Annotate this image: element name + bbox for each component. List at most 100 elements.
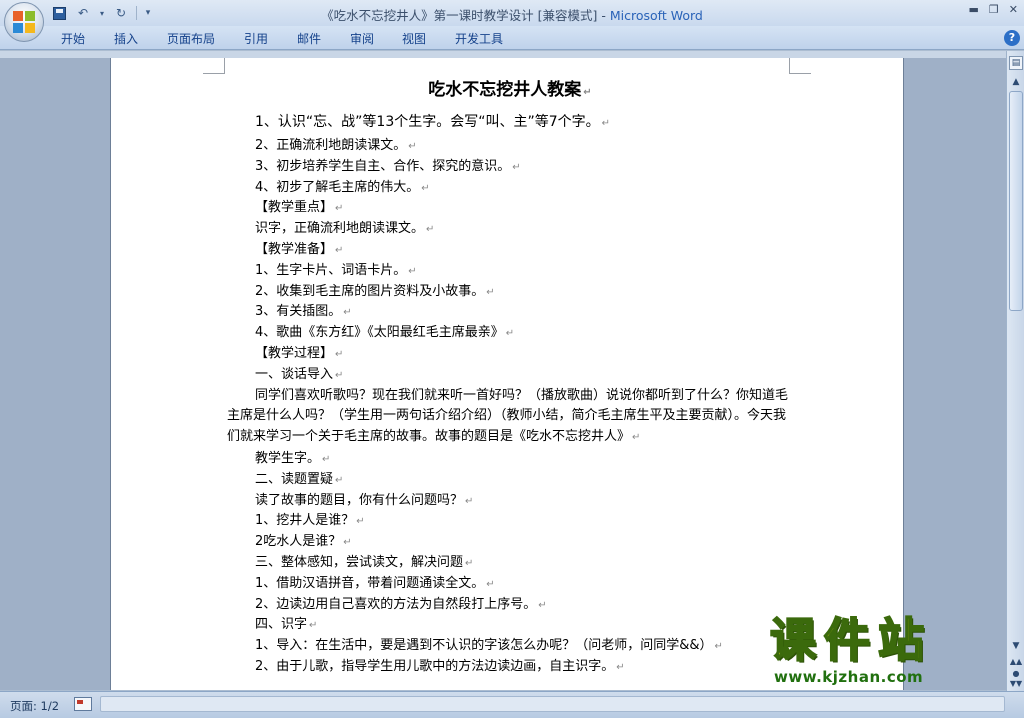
paragraph-mark: ↵ <box>335 369 344 381</box>
paragraph-mark: ↵ <box>356 516 365 528</box>
document-line-text: 2、正确流利地朗读课文。 <box>255 138 407 153</box>
document-line-text: 1、导入：在生活中，要是遇到不认识的字该怎么办呢？（问老师，问同学&&） <box>255 638 713 654</box>
document-line-text: 4、初步了解毛主席的伟大。 <box>255 179 420 195</box>
restore-icon[interactable]: ❐ <box>989 3 999 16</box>
document-line: 1、挖井人是谁？ ↵ <box>227 511 793 532</box>
document-line-text: 2、由于儿歌，指导学生用儿歌中的方法边读边画，自主识字。 <box>255 658 615 674</box>
document-line: 2、由于儿歌，指导学生用儿歌中的方法边读边画，自主识字。 ↵ <box>227 657 793 678</box>
document-line: 3、初步培养学生自主、合作、探究的意识。 ↵ <box>227 157 793 178</box>
paragraph-mark: ↵ <box>465 557 474 569</box>
tab-view[interactable]: 视图 <box>402 30 426 47</box>
paragraph-mark: ↵ <box>335 244 344 256</box>
paragraph-mark: ↵ <box>512 161 521 173</box>
paragraph-mark: ↵ <box>335 348 344 360</box>
document-line-text: 读了故事的题目，你有什么问题吗？ <box>255 492 464 508</box>
paragraph-mark: ↵ <box>343 537 352 549</box>
proofing-status-icon[interactable] <box>74 697 92 711</box>
document-line: 1、生字卡片、词语卡片。 ↵ <box>227 261 793 282</box>
paragraph-mark: ↵ <box>335 474 344 486</box>
document-line: 识字，正确流利地朗读课文。 ↵ <box>227 219 793 240</box>
paragraph-mark: ↵ <box>538 599 547 611</box>
paragraph-mark: ↵ <box>335 203 344 215</box>
document-line-text: 1、挖井人是谁？ <box>255 513 355 529</box>
site-watermark: 课件站 www.kjzhan.com <box>769 613 1016 690</box>
horizontal-scrollbar[interactable] <box>100 696 1005 712</box>
document-line: 二、读题置疑 ↵ <box>227 470 793 491</box>
document-line-text: 2吃水人是谁？ <box>255 534 342 550</box>
document-line: 【教学过程】 ↵ <box>227 344 793 365</box>
close-icon[interactable]: ✕ <box>1009 3 1018 16</box>
document-line: 4、歌曲《东方红》《太阳最红毛主席最亲》 ↵ <box>227 323 793 344</box>
document-line: 一、谈话导入 ↵ <box>227 365 793 386</box>
document-line: 3、有关插图。 ↵ <box>227 302 793 323</box>
lines-block-a: 2、正确流利地朗读课文。 ↵ 3、初步培养学生自主、合作、探究的意识。 ↵ 4、初步了解… <box>227 136 793 386</box>
ribbon-tab-bar: 开始 插入 页面布局 引用 邮件 审阅 视图 开发工具 ? <box>0 26 1024 50</box>
paragraph-mark: ↵ <box>714 641 723 653</box>
page-number-indicator[interactable]: 页面: 1/2 <box>10 698 59 714</box>
document-body[interactable]: 吃水不忘挖井人教案 ↵ 1、认识“忘、战”等13个生字。会写“叫、主”等7个字。 ↵… <box>227 72 793 678</box>
document-line-text: 教学生字。 <box>255 450 321 466</box>
document-line: 2、边读边用自己喜欢的方法为自然段打上序号。 ↵ <box>227 595 793 616</box>
paragraph-mark: ↵ <box>616 661 625 673</box>
tab-home[interactable]: 开始 <box>61 30 85 47</box>
document-line: 1、导入：在生活中，要是遇到不认识的字该怎么办呢？（问老师，问同学&&） ↵ <box>227 636 793 657</box>
scroll-up-icon[interactable]: ▲ <box>1009 75 1023 89</box>
tab-references[interactable]: 引用 <box>244 30 268 47</box>
view-ruler-icon[interactable]: ▤ <box>1009 56 1023 70</box>
document-line-text: 【教学准备】 <box>255 241 334 257</box>
document-line-text: 二、读题置疑 <box>255 471 334 487</box>
document-page[interactable]: 吃水不忘挖井人教案 ↵ 1、认识“忘、战”等13个生字。会写“叫、主”等7个字。 ↵… <box>110 58 904 690</box>
paragraph-mark: ↵ <box>505 328 515 340</box>
document-line-text: 3、初步培养学生自主、合作、探究的意识。 <box>255 158 511 174</box>
window-title: 《吃水不忘挖井人》第一课时教学设计 [兼容模式] - Microsoft Wor… <box>0 5 1024 24</box>
document-line-text: 4、歌曲《东方红》《太阳最红毛主席最亲》 <box>255 325 504 341</box>
document-line-text: 【教学重点】 <box>255 200 334 216</box>
document-line: 【教学准备】 ↵ <box>227 240 793 261</box>
tab-developer[interactable]: 开发工具 <box>455 30 503 47</box>
tab-review[interactable]: 审阅 <box>350 30 374 47</box>
watermark-logo-text: 课件站 <box>769 613 932 667</box>
paragraph-mark: ↵ <box>465 495 474 507</box>
ruler-strip <box>0 51 1006 58</box>
document-line-text: 一、谈话导入 <box>255 366 334 382</box>
paragraph-mark: ↵ <box>408 265 417 277</box>
help-icon[interactable]: ? <box>1004 30 1020 46</box>
intro-paragraph: 同学们喜欢听歌吗？现在我们就来听一首好吗？（播放歌曲）说说你都听到了什么？你知道… <box>227 387 789 445</box>
document-line: 1、借助汉语拼音，带着问题通读全文。 ↵ <box>227 574 793 595</box>
document-line-text: 四、识字 <box>255 617 308 633</box>
minimize-icon[interactable]: ▬ <box>969 3 979 16</box>
document-line-text: 三、整体感知，尝试读文，解决问题 <box>255 554 464 570</box>
paragraph-mark: ↵ <box>486 578 495 590</box>
paragraph-mark: ↵ <box>421 182 430 194</box>
document-line-text: 【教学过程】 <box>255 345 334 361</box>
document-line: 2吃水人是谁？ ↵ <box>227 532 793 553</box>
paragraph-mark: ↵ <box>343 307 352 319</box>
paragraph-mark: ↵ <box>426 224 435 236</box>
document-line-text: 2、收集到毛主席的图片资料及小故事。 <box>255 283 485 299</box>
paragraph-mark: ↵ <box>408 141 417 152</box>
document-line: 读了故事的题目，你有什么问题吗？ ↵ <box>227 491 793 512</box>
objective-line: 1、认识“忘、战”等13个生字。会写“叫、主”等7个字。 ↵ <box>255 114 611 130</box>
document-line-text: 1、借助汉语拼音，带着问题通读全文。 <box>255 575 485 591</box>
watermark-url: www.kjzhan.com <box>774 668 924 686</box>
office-button[interactable] <box>4 2 44 42</box>
paragraph-mark: ↵ <box>486 286 495 298</box>
tab-page-layout[interactable]: 页面布局 <box>167 30 215 47</box>
document-line-text: 1、生字卡片、词语卡片。 <box>255 262 407 278</box>
tab-insert[interactable]: 插入 <box>114 30 138 47</box>
lines-block-b: 教学生字。 ↵ 二、读题置疑 ↵ 读了故事的题目，你有什么问题吗？ ↵ 1、挖井人是谁？ ↵ 2… <box>227 449 793 678</box>
window-controls: ▬ ❐ ✕ <box>969 3 1019 16</box>
crop-mark-left <box>203 58 225 74</box>
paragraph-mark: ↵ <box>322 453 331 465</box>
office-logo-icon <box>13 11 35 33</box>
paragraph-mark: ↵ <box>309 620 318 632</box>
vertical-scrollbar[interactable]: ▤ ▲ ▼ ▲▲ ● ▼▼ <box>1006 51 1024 691</box>
tab-mailings[interactable]: 邮件 <box>297 30 321 47</box>
document-line: 三、整体感知，尝试读文，解决问题 ↵ <box>227 553 793 574</box>
title-bar: ↶ ▾ ↻ ▾ 《吃水不忘挖井人》第一课时教学设计 [兼容模式] - Micro… <box>0 0 1024 26</box>
app-name: Microsoft Word <box>609 8 703 23</box>
document-line-text: 3、有关插图。 <box>255 304 342 320</box>
document-line: 四、识字 ↵ <box>227 615 793 636</box>
scroll-thumb[interactable] <box>1009 91 1023 311</box>
document-line-text: 识字，正确流利地朗读课文。 <box>255 221 425 237</box>
